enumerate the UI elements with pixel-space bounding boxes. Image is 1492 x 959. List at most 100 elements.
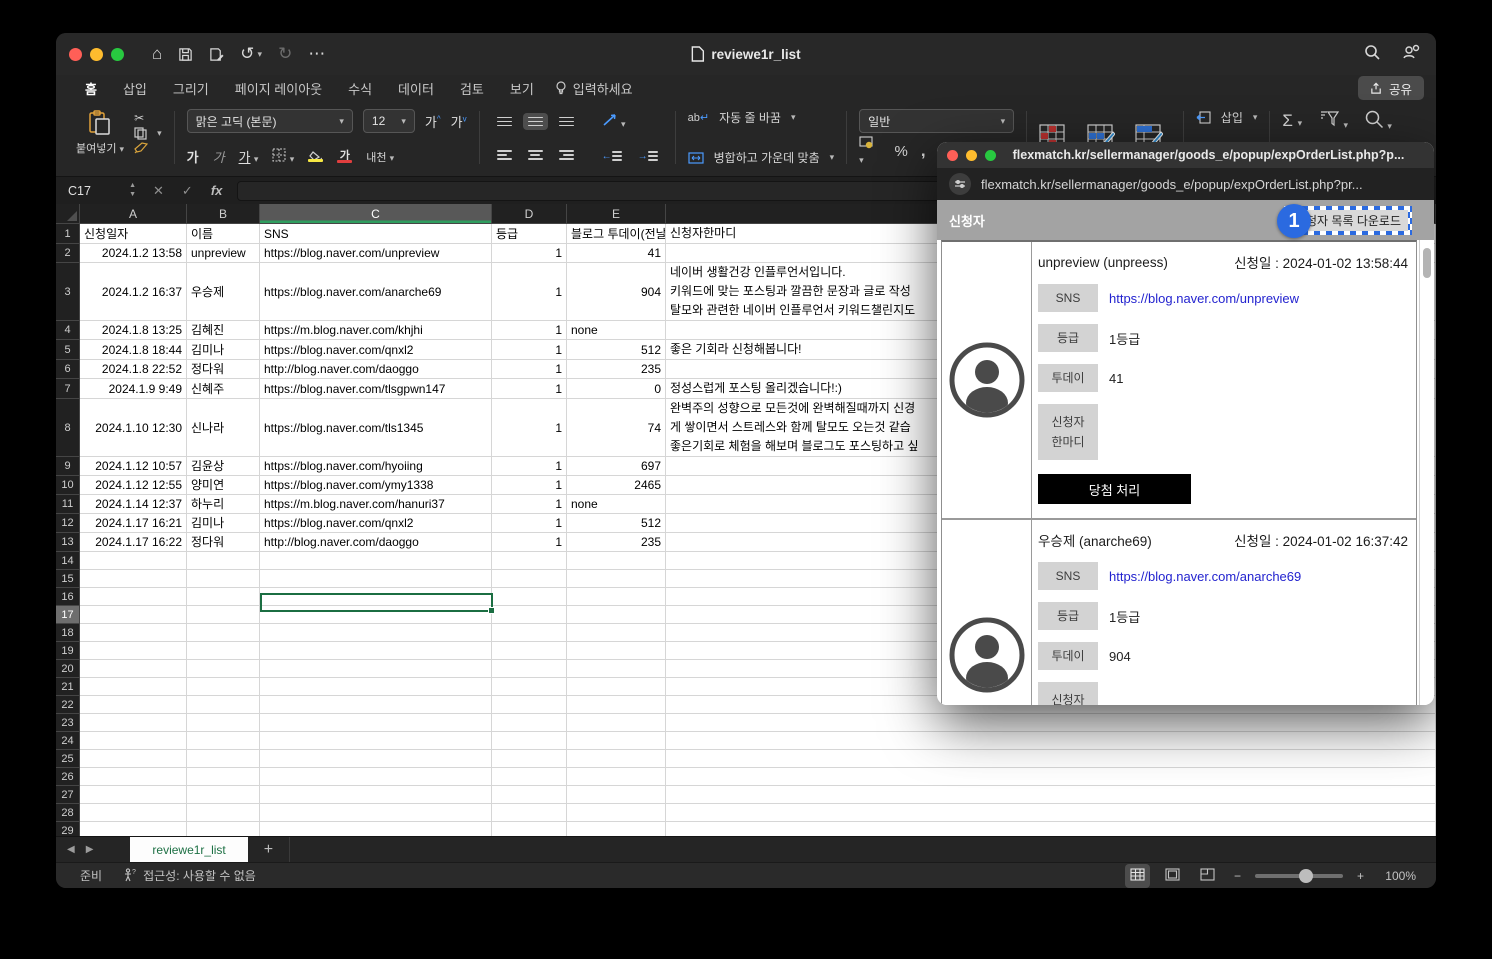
row-header[interactable]: 16	[56, 588, 80, 606]
cell-f[interactable]	[666, 822, 1436, 836]
cell-b[interactable]	[187, 606, 260, 624]
row-header[interactable]: 7	[56, 379, 80, 399]
cell-d[interactable]: 등급	[492, 224, 567, 244]
cell-d[interactable]	[492, 642, 567, 660]
cell-c[interactable]: https://blog.naver.com/anarche69	[260, 263, 492, 321]
copy-button[interactable]: ▾	[134, 127, 162, 140]
row-header[interactable]: 23	[56, 714, 80, 732]
minimize-window-button[interactable]	[966, 150, 977, 161]
row-header[interactable]: 12	[56, 514, 80, 533]
cell-d[interactable]: 1	[492, 360, 567, 379]
cell-d[interactable]	[492, 732, 567, 750]
row-header[interactable]: 2	[56, 244, 80, 263]
cell-a[interactable]	[80, 570, 187, 588]
cell-a[interactable]	[80, 732, 187, 750]
sns-link[interactable]: https://blog.naver.com/anarche69	[1109, 569, 1301, 584]
cell-b[interactable]	[187, 732, 260, 750]
cell-d[interactable]: 1	[492, 514, 567, 533]
row-header[interactable]: 21	[56, 678, 80, 696]
autosum-button[interactable]: Σ ▾	[1282, 111, 1302, 131]
cell-e[interactable]	[567, 714, 666, 732]
bold-button[interactable]: 가	[187, 147, 199, 166]
maximize-window-button[interactable]	[111, 48, 124, 61]
cell-e[interactable]: 904	[567, 263, 666, 321]
cell-f[interactable]	[666, 786, 1436, 804]
cell-e[interactable]	[567, 606, 666, 624]
align-center-button[interactable]	[523, 146, 548, 164]
cell-d[interactable]	[492, 588, 567, 606]
cell-a[interactable]: 2024.1.10 12:30	[80, 399, 187, 457]
fill-handle[interactable]	[488, 607, 495, 614]
cell-a[interactable]	[80, 714, 187, 732]
cancel-entry-icon[interactable]: ✕	[144, 183, 173, 199]
ribbon-tab[interactable]: 페이지 레이아웃	[222, 75, 335, 102]
cell-e[interactable]: 697	[567, 457, 666, 476]
cell-b[interactable]	[187, 804, 260, 822]
row-header[interactable]: 28	[56, 804, 80, 822]
cell-d[interactable]	[492, 570, 567, 588]
cell-d[interactable]	[492, 678, 567, 696]
cell-a[interactable]: 2024.1.2 16:37	[80, 263, 187, 321]
select-all-corner[interactable]	[56, 204, 80, 224]
cell-b[interactable]: 정다워	[187, 533, 260, 552]
cell-e[interactable]	[567, 660, 666, 678]
cell-b[interactable]	[187, 570, 260, 588]
cell-e[interactable]: none	[567, 495, 666, 514]
cell-e[interactable]	[567, 750, 666, 768]
cell-c[interactable]: https://blog.naver.com/tls1345	[260, 399, 492, 457]
row-header[interactable]: 17	[56, 606, 80, 624]
cell-e[interactable]	[567, 804, 666, 822]
normal-view-button[interactable]	[1125, 864, 1150, 888]
percent-style-button[interactable]: %	[895, 143, 908, 160]
fill-color-button[interactable]	[308, 151, 323, 162]
cell-e[interactable]: none	[567, 321, 666, 340]
page-break-view-button[interactable]	[1195, 864, 1220, 888]
shrink-font-button[interactable]: 가v	[451, 112, 467, 131]
underline-button[interactable]: 가 ▾	[239, 147, 259, 166]
zoom-slider-thumb[interactable]	[1299, 869, 1313, 883]
cell-e[interactable]	[567, 822, 666, 836]
cell-a[interactable]	[80, 642, 187, 660]
row-header[interactable]: 29	[56, 822, 80, 836]
column-header[interactable]: D	[492, 204, 567, 224]
cell-b[interactable]	[187, 624, 260, 642]
cell-f[interactable]	[666, 768, 1436, 786]
row-header[interactable]: 14	[56, 552, 80, 570]
cell-f[interactable]	[666, 714, 1436, 732]
font-name-select[interactable]: 맑은 고딕 (본문)▾	[187, 109, 353, 133]
row-header[interactable]: 4	[56, 321, 80, 340]
align-middle-button[interactable]	[523, 113, 548, 131]
cell-a[interactable]: 2024.1.12 10:57	[80, 457, 187, 476]
cell-e[interactable]	[567, 696, 666, 714]
cell-a[interactable]: 2024.1.14 12:37	[80, 495, 187, 514]
cell-f[interactable]	[666, 732, 1436, 750]
sns-link[interactable]: https://blog.naver.com/unpreview	[1109, 291, 1299, 306]
zoom-slider[interactable]	[1255, 874, 1343, 878]
cell-b[interactable]: 김미나	[187, 340, 260, 360]
cell-e[interactable]	[567, 588, 666, 606]
cell-e[interactable]	[567, 732, 666, 750]
cell-e[interactable]: 41	[567, 244, 666, 263]
row-header[interactable]: 9	[56, 457, 80, 476]
maximize-window-button[interactable]	[985, 150, 996, 161]
close-window-button[interactable]	[947, 150, 958, 161]
cell-d[interactable]	[492, 768, 567, 786]
cell-c[interactable]	[260, 786, 492, 804]
accounting-format-button[interactable]: ▾	[859, 136, 881, 166]
row-header[interactable]: 22	[56, 696, 80, 714]
row-header[interactable]: 13	[56, 533, 80, 552]
cell-a[interactable]: 2024.1.8 13:25	[80, 321, 187, 340]
cut-button[interactable]: ✂	[134, 111, 162, 125]
cell-a[interactable]: 2024.1.17 16:21	[80, 514, 187, 533]
cell-e[interactable]	[567, 642, 666, 660]
cell-c[interactable]	[260, 822, 492, 836]
cell-d[interactable]	[492, 714, 567, 732]
cell-e[interactable]	[567, 552, 666, 570]
sort-filter-button[interactable]: ▾	[1318, 110, 1348, 131]
cell-c[interactable]: https://m.blog.naver.com/hanuri37	[260, 495, 492, 514]
increase-indent-button[interactable]: →	[633, 144, 663, 166]
cell-d[interactable]	[492, 606, 567, 624]
cell-d[interactable]	[492, 822, 567, 836]
cell-b[interactable]: 정다워	[187, 360, 260, 379]
merge-center-button[interactable]: 병합하고 가운데 맞춤▾	[688, 149, 835, 166]
